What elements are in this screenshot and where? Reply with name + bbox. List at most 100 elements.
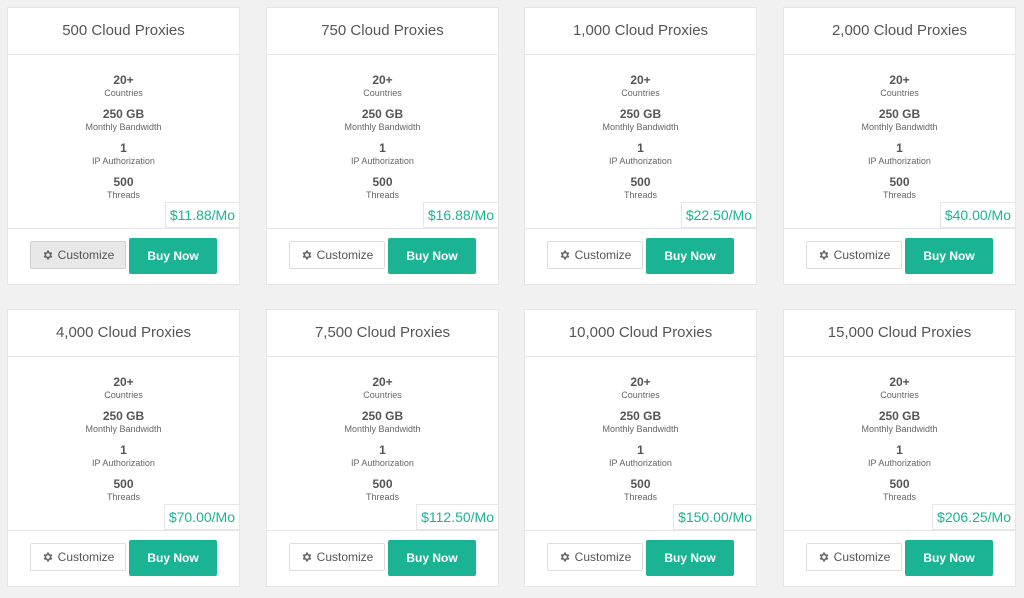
- spec-label: IP Authorization: [351, 156, 414, 166]
- buy-now-button[interactable]: Buy Now: [129, 540, 217, 576]
- spec-label: Countries: [104, 390, 143, 400]
- customize-button[interactable]: Customize: [30, 241, 126, 269]
- pricing-card: 750 Cloud Proxies 20+ Countries 250 GB M…: [266, 7, 499, 285]
- customize-button[interactable]: Customize: [289, 543, 385, 571]
- spec-label: IP Authorization: [351, 458, 414, 468]
- buy-now-label: Buy Now: [923, 551, 975, 565]
- spec-label: IP Authorization: [868, 156, 931, 166]
- buy-now-button[interactable]: Buy Now: [905, 540, 993, 576]
- plan-title: 750 Cloud Proxies: [267, 8, 498, 55]
- buy-now-button[interactable]: Buy Now: [388, 238, 476, 274]
- customize-label: Customize: [316, 248, 374, 262]
- spec-label: Monthly Bandwidth: [861, 424, 938, 434]
- gear-icon: [560, 552, 569, 562]
- customize-label: Customize: [316, 550, 374, 564]
- customize-label: Customize: [57, 550, 115, 564]
- gear-icon: [43, 250, 52, 260]
- spec-label: Monthly Bandwidth: [861, 122, 938, 132]
- pricing-card: 2,000 Cloud Proxies 20+ Countries 250 GB…: [783, 7, 1016, 285]
- spec-value: 250 GB: [619, 107, 662, 121]
- spec-value: 500: [630, 477, 651, 491]
- plan-price: $40.00/Mo: [939, 202, 1015, 228]
- spec-item: 1 IP Authorization: [267, 141, 498, 175]
- spec-label: Countries: [104, 88, 143, 98]
- pricing-card: 10,000 Cloud Proxies 20+ Countries 250 G…: [524, 309, 757, 587]
- spec-label: Countries: [880, 88, 919, 98]
- customize-button[interactable]: Customize: [806, 241, 902, 269]
- spec-value: 250 GB: [361, 409, 404, 423]
- spec-value: 20+: [889, 375, 910, 389]
- buy-now-label: Buy Now: [147, 551, 199, 565]
- customize-label: Customize: [574, 550, 632, 564]
- plan-actions: Customize Buy Now: [8, 228, 239, 285]
- buy-now-label: Buy Now: [406, 551, 458, 565]
- spec-value: 250 GB: [878, 409, 921, 423]
- spec-value: 500: [113, 175, 134, 189]
- spec-item: 250 GB Monthly Bandwidth: [267, 409, 498, 443]
- spec-value: 20+: [889, 73, 910, 87]
- pricing-card: 500 Cloud Proxies 20+ Countries 250 GB M…: [7, 7, 240, 285]
- spec-label: IP Authorization: [868, 458, 931, 468]
- spec-item: 250 GB Monthly Bandwidth: [8, 409, 239, 443]
- spec-value: 1: [120, 141, 127, 155]
- plan-specs: 20+ Countries 250 GB Monthly Bandwidth 1…: [267, 55, 498, 228]
- spec-item: 250 GB Monthly Bandwidth: [8, 107, 239, 141]
- spec-label: IP Authorization: [609, 156, 672, 166]
- spec-value: 1: [896, 443, 903, 457]
- spec-label: Threads: [882, 190, 917, 200]
- spec-label: Countries: [880, 390, 919, 400]
- spec-label: Countries: [363, 390, 402, 400]
- buy-now-label: Buy Now: [406, 249, 458, 263]
- spec-value: 20+: [113, 73, 134, 87]
- spec-label: Threads: [623, 492, 658, 502]
- spec-value: 500: [889, 175, 910, 189]
- buy-now-button[interactable]: Buy Now: [388, 540, 476, 576]
- spec-value: 1: [379, 443, 386, 457]
- customize-label: Customize: [574, 248, 632, 262]
- buy-now-label: Buy Now: [923, 249, 975, 263]
- buy-now-button[interactable]: Buy Now: [129, 238, 217, 274]
- buy-now-button[interactable]: Buy Now: [646, 540, 734, 576]
- plan-actions: Customize Buy Now: [525, 228, 756, 285]
- spec-value: 250 GB: [102, 107, 145, 121]
- spec-item: 250 GB Monthly Bandwidth: [525, 409, 756, 443]
- spec-label: Monthly Bandwidth: [344, 424, 421, 434]
- plan-actions: Customize Buy Now: [267, 228, 498, 285]
- spec-item: 250 GB Monthly Bandwidth: [525, 107, 756, 141]
- buy-now-button[interactable]: Buy Now: [646, 238, 734, 274]
- spec-value: 20+: [372, 375, 393, 389]
- spec-value: 1: [637, 443, 644, 457]
- spec-item: 1 IP Authorization: [525, 141, 756, 175]
- plan-specs: 20+ Countries 250 GB Monthly Bandwidth 1…: [525, 357, 756, 530]
- customize-button[interactable]: Customize: [547, 543, 643, 571]
- customize-label: Customize: [833, 550, 891, 564]
- spec-item: 20+ Countries: [8, 357, 239, 409]
- plan-specs: 20+ Countries 250 GB Monthly Bandwidth 1…: [8, 55, 239, 228]
- customize-label: Customize: [833, 248, 891, 262]
- spec-value: 20+: [630, 375, 651, 389]
- customize-button[interactable]: Customize: [547, 241, 643, 269]
- plan-title: 2,000 Cloud Proxies: [784, 8, 1015, 55]
- spec-item: 1 IP Authorization: [784, 141, 1015, 175]
- spec-value: 250 GB: [619, 409, 662, 423]
- spec-item: 250 GB Monthly Bandwidth: [784, 107, 1015, 141]
- spec-label: Monthly Bandwidth: [85, 424, 162, 434]
- spec-item: 20+ Countries: [525, 55, 756, 107]
- spec-value: 1: [896, 141, 903, 155]
- spec-label: Countries: [621, 390, 660, 400]
- spec-value: 1: [379, 141, 386, 155]
- customize-button[interactable]: Customize: [289, 241, 385, 269]
- spec-label: Monthly Bandwidth: [344, 122, 421, 132]
- spec-label: Countries: [621, 88, 660, 98]
- plan-title: 4,000 Cloud Proxies: [8, 310, 239, 357]
- gear-icon: [819, 250, 828, 260]
- buy-now-label: Buy Now: [147, 249, 199, 263]
- plan-title: 1,000 Cloud Proxies: [525, 8, 756, 55]
- spec-label: Threads: [106, 190, 141, 200]
- spec-item: 250 GB Monthly Bandwidth: [267, 107, 498, 141]
- customize-button[interactable]: Customize: [806, 543, 902, 571]
- spec-item: 1 IP Authorization: [525, 443, 756, 477]
- customize-button[interactable]: Customize: [30, 543, 126, 571]
- buy-now-button[interactable]: Buy Now: [905, 238, 993, 274]
- spec-label: Threads: [882, 492, 917, 502]
